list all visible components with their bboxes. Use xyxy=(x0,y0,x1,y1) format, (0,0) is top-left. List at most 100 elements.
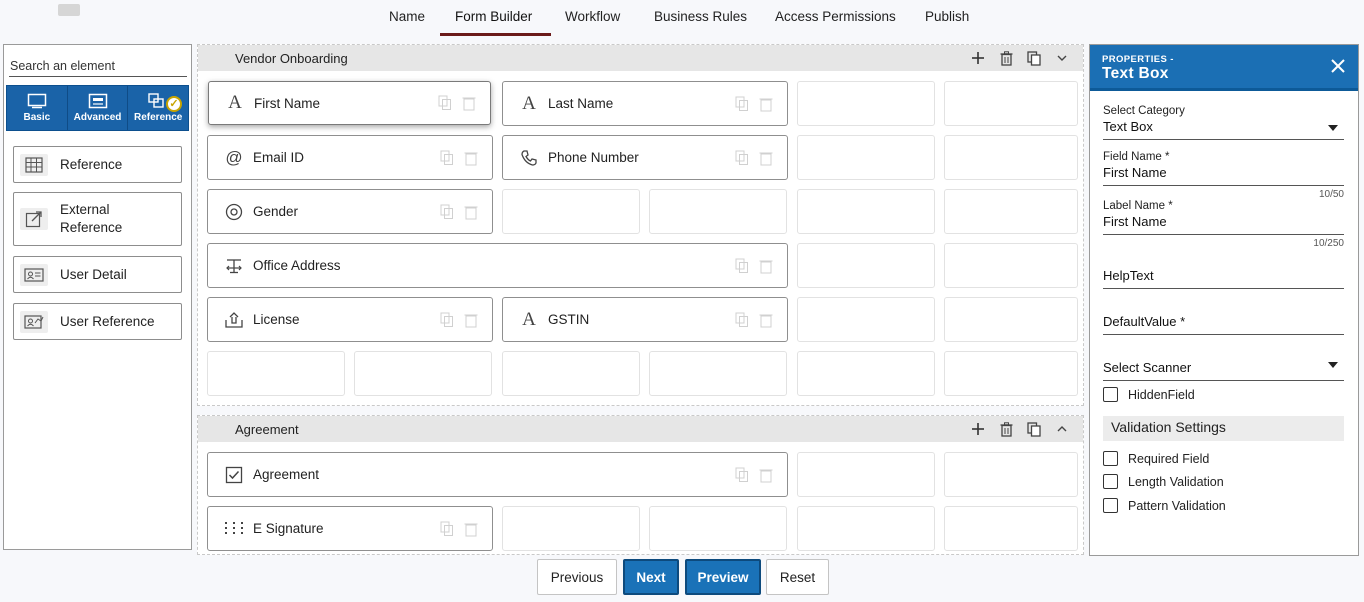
empty-slot[interactable] xyxy=(797,506,935,551)
copy-icon[interactable] xyxy=(440,312,454,328)
default-value-field[interactable]: DefaultValue * xyxy=(1103,312,1344,335)
empty-slot[interactable] xyxy=(797,452,935,497)
select-category-field[interactable]: Select Category Text Box xyxy=(1103,105,1344,140)
delete-icon[interactable] xyxy=(997,49,1015,67)
preview-button[interactable]: Preview xyxy=(685,559,761,595)
element-reference[interactable]: Reference xyxy=(13,146,182,183)
delete-icon[interactable] xyxy=(464,521,478,537)
empty-slot[interactable] xyxy=(944,243,1078,288)
category-tab-basic[interactable]: Basic xyxy=(7,86,68,130)
copy-icon[interactable] xyxy=(438,95,452,111)
select-scanner-dropdown[interactable]: Select Scanner xyxy=(1103,360,1344,381)
empty-slot[interactable] xyxy=(797,297,935,342)
empty-slot[interactable] xyxy=(207,351,345,396)
empty-slot[interactable] xyxy=(944,297,1078,342)
copy-icon[interactable] xyxy=(1025,49,1043,67)
chevron-up-icon[interactable] xyxy=(1053,420,1071,438)
copy-icon[interactable] xyxy=(1025,420,1043,438)
previous-button[interactable]: Previous xyxy=(537,559,617,595)
empty-slot[interactable] xyxy=(944,351,1078,396)
delete-icon[interactable] xyxy=(759,258,773,274)
delete-icon[interactable] xyxy=(997,420,1015,438)
empty-slot[interactable] xyxy=(354,351,492,396)
field-email-id[interactable]: @ Email ID xyxy=(207,135,493,180)
search-element-input[interactable]: Search an element xyxy=(9,57,187,77)
label-name-input[interactable]: First Name xyxy=(1103,214,1344,235)
delete-icon[interactable] xyxy=(759,312,773,328)
tab-publish[interactable]: Publish xyxy=(925,9,969,24)
helptext-field[interactable]: HelpText xyxy=(1103,266,1344,289)
field-agreement[interactable]: Agreement xyxy=(207,452,788,497)
empty-slot[interactable] xyxy=(944,81,1078,126)
delete-icon[interactable] xyxy=(759,467,773,483)
delete-icon[interactable] xyxy=(464,312,478,328)
checkbox[interactable] xyxy=(1103,387,1118,402)
delete-icon[interactable] xyxy=(759,96,773,112)
copy-icon[interactable] xyxy=(735,312,749,328)
default-value-input[interactable]: DefaultValue * xyxy=(1103,314,1344,335)
empty-slot[interactable] xyxy=(944,135,1078,180)
field-name-input[interactable]: First Name xyxy=(1103,165,1344,186)
empty-slot[interactable] xyxy=(502,351,640,396)
category-tab-advanced[interactable]: Advanced xyxy=(68,86,129,130)
delete-icon[interactable] xyxy=(464,150,478,166)
empty-slot[interactable] xyxy=(797,81,935,126)
field-phone-number[interactable]: Phone Number xyxy=(502,135,788,180)
helptext-input[interactable]: HelpText xyxy=(1103,268,1344,289)
field-name-field[interactable]: Field Name * First Name 10/50 xyxy=(1103,151,1344,200)
add-icon[interactable] xyxy=(969,49,987,67)
select-scanner-field[interactable]: Select Scanner xyxy=(1103,358,1344,381)
field-license[interactable]: License xyxy=(207,297,493,342)
pattern-validation-checkbox[interactable]: Pattern Validation xyxy=(1103,498,1226,513)
chevron-down-icon[interactable] xyxy=(1053,49,1071,67)
copy-icon[interactable] xyxy=(440,204,454,220)
copy-icon[interactable] xyxy=(735,467,749,483)
empty-slot[interactable] xyxy=(649,506,787,551)
delete-icon[interactable] xyxy=(759,150,773,166)
copy-icon[interactable] xyxy=(440,521,454,537)
empty-slot[interactable] xyxy=(944,506,1078,551)
required-field-checkbox[interactable]: Required Field xyxy=(1103,451,1209,466)
empty-slot[interactable] xyxy=(797,243,935,288)
reset-button[interactable]: Reset xyxy=(766,559,829,595)
tab-form-builder[interactable]: Form Builder xyxy=(455,9,532,24)
delete-icon[interactable] xyxy=(462,95,476,111)
tab-access-permissions[interactable]: Access Permissions xyxy=(775,9,896,24)
length-validation-checkbox[interactable]: Length Validation xyxy=(1103,474,1224,489)
empty-slot[interactable] xyxy=(649,189,787,234)
empty-slot[interactable] xyxy=(944,452,1078,497)
empty-slot[interactable] xyxy=(649,351,787,396)
checkbox[interactable] xyxy=(1103,498,1118,513)
copy-icon[interactable] xyxy=(735,150,749,166)
select-category-dropdown[interactable]: Text Box xyxy=(1103,119,1344,140)
field-e-signature[interactable]: E Signature xyxy=(207,506,493,551)
delete-icon[interactable] xyxy=(464,204,478,220)
empty-slot[interactable] xyxy=(944,189,1078,234)
field-first-name[interactable]: A First Name xyxy=(208,81,491,125)
checkbox[interactable] xyxy=(1103,451,1118,466)
hidden-field-checkbox[interactable]: HiddenField xyxy=(1103,387,1195,402)
field-gender[interactable]: Gender xyxy=(207,189,493,234)
copy-icon[interactable] xyxy=(735,96,749,112)
close-icon[interactable] xyxy=(1328,56,1348,76)
empty-slot[interactable] xyxy=(502,189,640,234)
label-name-field[interactable]: Label Name * First Name 10/250 xyxy=(1103,200,1344,249)
category-tab-reference[interactable]: ✓ Reference xyxy=(128,86,188,130)
tab-name[interactable]: Name xyxy=(389,9,425,24)
element-user-detail[interactable]: User Detail xyxy=(13,256,182,293)
empty-slot[interactable] xyxy=(502,506,640,551)
empty-slot[interactable] xyxy=(797,135,935,180)
copy-icon[interactable] xyxy=(440,150,454,166)
element-user-reference[interactable]: User Reference xyxy=(13,303,182,340)
add-icon[interactable] xyxy=(969,420,987,438)
copy-icon[interactable] xyxy=(735,258,749,274)
empty-slot[interactable] xyxy=(797,189,935,234)
field-last-name[interactable]: A Last Name xyxy=(502,81,788,126)
tab-business-rules[interactable]: Business Rules xyxy=(654,9,747,24)
element-external-reference[interactable]: External Reference xyxy=(13,192,182,246)
field-gstin[interactable]: A GSTIN xyxy=(502,297,788,342)
checkbox[interactable] xyxy=(1103,474,1118,489)
empty-slot[interactable] xyxy=(797,351,935,396)
next-button[interactable]: Next xyxy=(623,559,679,595)
field-office-address[interactable]: Office Address xyxy=(207,243,788,288)
